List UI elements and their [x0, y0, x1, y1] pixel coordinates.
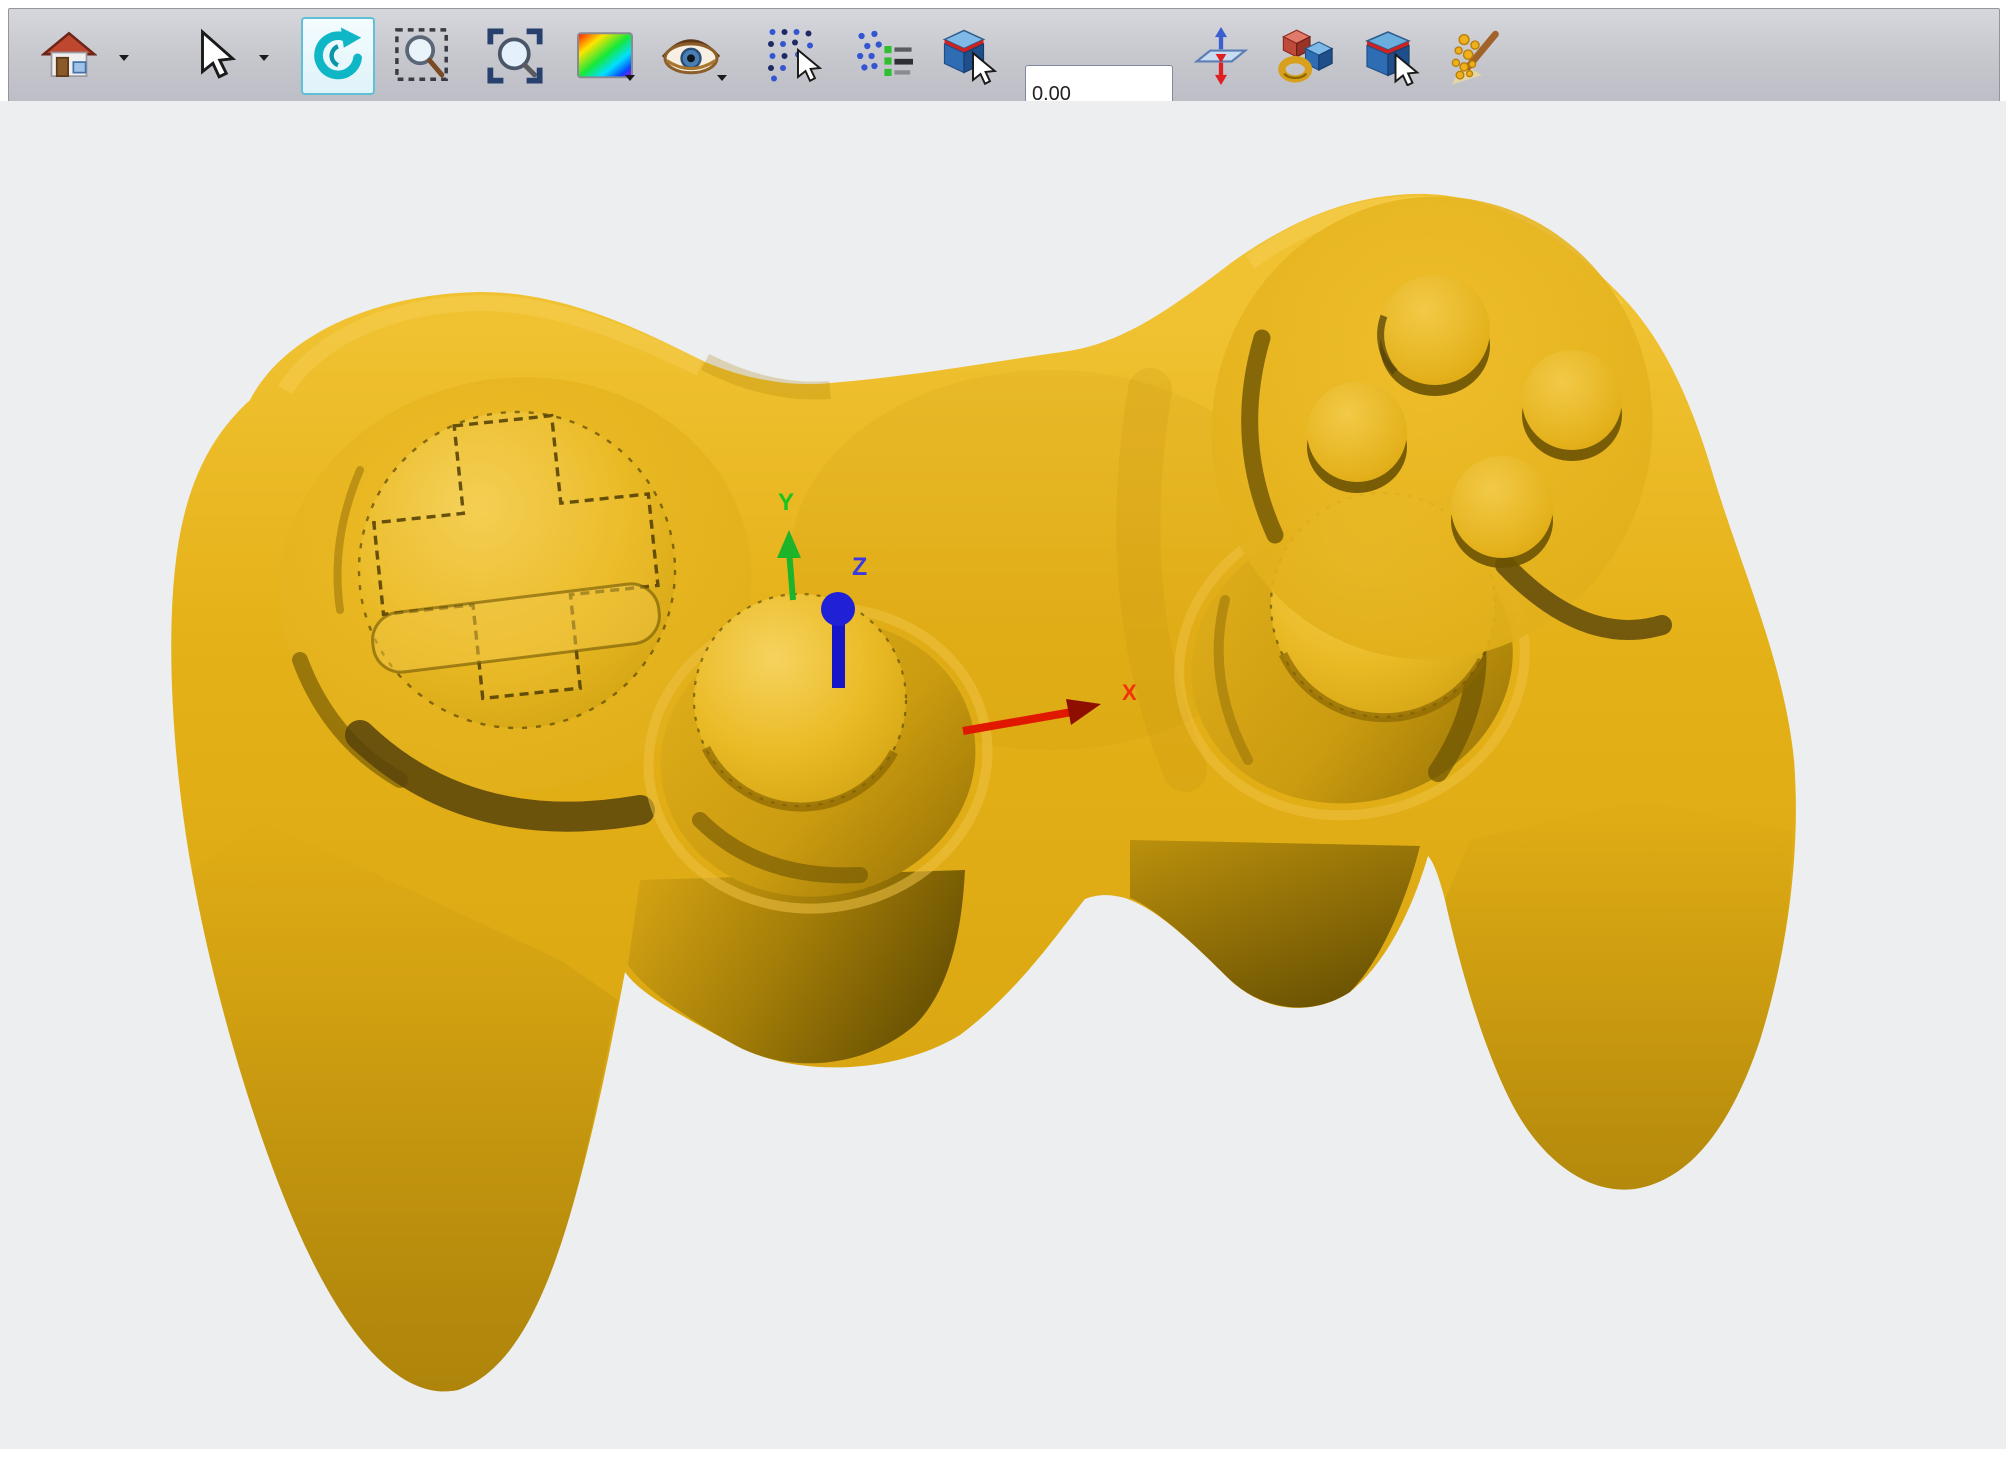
- button-bottom: [1451, 456, 1553, 568]
- gamepad-model: Y Z X: [0, 0, 2006, 1457]
- 3d-viewport-canvas[interactable]: Y Z X: [0, 101, 2006, 1449]
- button-left: [1307, 382, 1407, 493]
- button-top: [1380, 275, 1490, 396]
- button-right: [1522, 350, 1622, 461]
- z-axis-label: Z: [852, 553, 867, 581]
- right-stick-housing: [1130, 840, 1420, 1008]
- x-axis-label: X: [1122, 680, 1137, 705]
- y-axis-label: Y: [778, 489, 794, 516]
